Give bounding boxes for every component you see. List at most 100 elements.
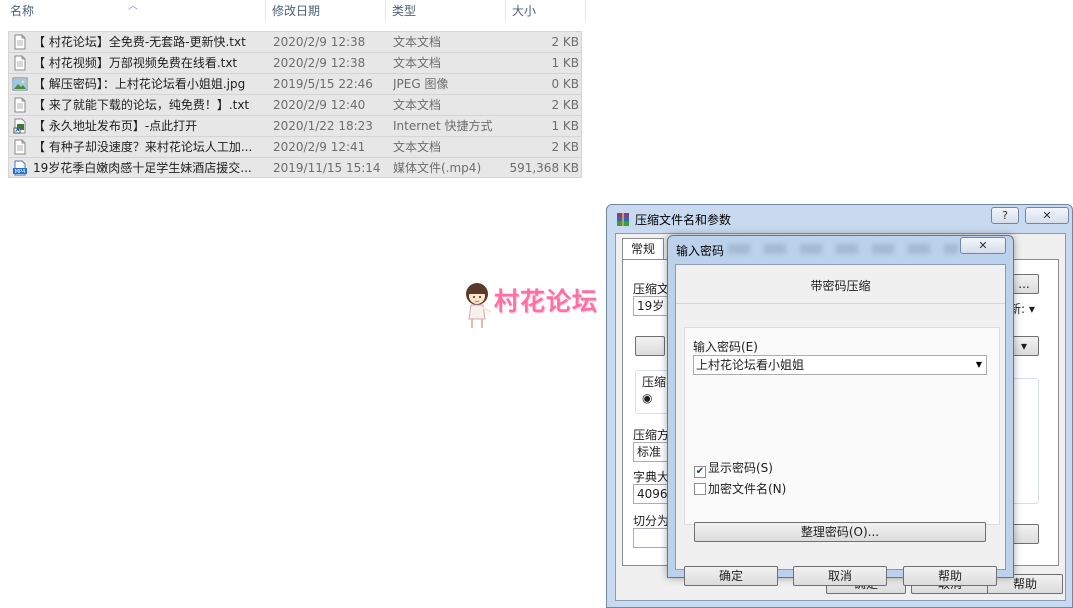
show-password-checkbox[interactable]: ✔ 显示密码(S) bbox=[694, 461, 773, 478]
column-size[interactable]: 大小 bbox=[506, 0, 586, 22]
tab-general[interactable]: 常规 bbox=[622, 238, 664, 260]
file-size: 2 KB bbox=[551, 35, 579, 49]
cancel-label: 取消 bbox=[827, 569, 852, 583]
file-row[interactable]: 【 永久地址发布页】-点此打开 2020/1/22 18:23 Internet… bbox=[8, 115, 582, 136]
file-date: 2019/5/15 22:46 bbox=[273, 77, 373, 91]
method-value: 标准 bbox=[637, 445, 662, 459]
file-name: 【 永久地址发布页】-点此打开 bbox=[33, 119, 198, 133]
file-name: 【 村花视频】万部视频免费在线看.txt bbox=[33, 56, 238, 70]
file-size: 1 KB bbox=[551, 56, 579, 70]
file-date: 2020/2/9 12:38 bbox=[273, 35, 366, 49]
column-header: 名称 ︿ 修改日期 类型 大小 bbox=[0, 0, 586, 22]
column-type[interactable]: 类型 bbox=[386, 0, 506, 22]
rar-radio[interactable]: ◉ bbox=[642, 391, 652, 405]
svg-text:MP4: MP4 bbox=[15, 169, 26, 175]
file-row[interactable]: 【 来了就能下载的论坛，纯免费！】.txt 2020/2/9 12:40 文本文… bbox=[8, 94, 582, 115]
password-label: 输入密码(E) bbox=[693, 340, 758, 354]
file-date: 2020/2/9 12:40 bbox=[273, 98, 366, 112]
dialog-title: 压缩文件名和参数 bbox=[635, 213, 732, 227]
file-type: Internet 快捷方式 bbox=[393, 119, 493, 133]
help-icon: ? bbox=[1002, 209, 1008, 222]
help-title-button[interactable]: ? bbox=[991, 207, 1019, 224]
watermark-text: 村花论坛 bbox=[494, 287, 599, 316]
mp4-file-icon: MP4 bbox=[13, 160, 27, 176]
dialog-titlebar[interactable]: 压缩文件名和参数 ? ✕ bbox=[607, 205, 1072, 233]
file-type: 文本文档 bbox=[393, 140, 442, 154]
column-size-label: 大小 bbox=[512, 4, 537, 18]
method-label: 压缩方 bbox=[633, 428, 670, 442]
encrypt-names-label: 加密文件名(N) bbox=[708, 482, 787, 496]
column-name-label: 名称 bbox=[10, 4, 35, 18]
browse-label: ... bbox=[1018, 277, 1030, 291]
file-name: 【 有种子却没速度？来村花论坛人工加... bbox=[33, 140, 253, 154]
help-label: 帮助 bbox=[1012, 577, 1037, 591]
password-close-button[interactable]: ✕ bbox=[960, 237, 1006, 254]
text-file-icon bbox=[14, 97, 26, 113]
password-input[interactable]: 上村花论坛看小姐姐 ▼ bbox=[693, 355, 987, 375]
image-file-icon bbox=[12, 77, 28, 91]
password-dialog: 输入密码 ✕ 带密码压缩 输入密码(E) 上村花论坛看小姐姐 ▼ ✔ 显示密码(S… bbox=[667, 235, 1014, 586]
password-dialog-client: 带密码压缩 输入密码(E) 上村花论坛看小姐姐 ▼ ✔ 显示密码(S) 加密文件名… bbox=[675, 264, 1006, 586]
file-size: 0 KB bbox=[551, 77, 579, 91]
chevron-down-icon[interactable]: ▼ bbox=[976, 356, 982, 374]
file-row[interactable]: 【 村花视频】万部视频免费在线看.txt 2020/2/9 12:38 文本文档… bbox=[8, 52, 582, 73]
file-row[interactable]: 【 有种子却没速度？来村花论坛人工加... 2020/2/9 12:41 文本文… bbox=[8, 136, 582, 157]
chevron-down-icon: ▾ bbox=[1020, 339, 1028, 353]
file-name: 【 来了就能下载的论坛，纯免费！】.txt bbox=[33, 98, 250, 112]
file-name: 【 村花论坛】全免费-无套路-更新快.txt bbox=[33, 35, 246, 49]
watermark: 村花论坛 bbox=[458, 280, 618, 332]
close-icon: ✕ bbox=[978, 239, 988, 252]
file-type: 文本文档 bbox=[393, 56, 442, 70]
organize-passwords-button[interactable]: 整理密码(O)... bbox=[694, 522, 986, 542]
winrar-icon bbox=[617, 213, 629, 226]
chevron-down-icon: ▾ bbox=[1028, 302, 1035, 316]
checkbox-checked-icon: ✔ bbox=[694, 466, 706, 478]
column-date[interactable]: 修改日期 bbox=[266, 0, 386, 22]
file-type: 媒体文件(.mp4) bbox=[393, 161, 482, 175]
archive-format-label: 压缩 bbox=[642, 375, 667, 389]
password-heading: 带密码压缩 bbox=[810, 279, 871, 293]
file-date: 2020/1/22 18:23 bbox=[273, 119, 373, 133]
file-row[interactable]: 【 解压密码】：上村花论坛看小姐姐.jpg 2019/5/15 22:46 JP… bbox=[8, 73, 582, 94]
file-row[interactable]: 【 村花论坛】全免费-无套路-更新快.txt 2020/2/9 12:38 文本… bbox=[8, 31, 582, 52]
checkbox-unchecked-icon bbox=[694, 483, 706, 495]
shortcut-file-icon bbox=[13, 118, 26, 134]
close-button[interactable]: ✕ bbox=[1025, 207, 1069, 224]
file-size: 1 KB bbox=[551, 119, 579, 133]
file-name: 【 解压密码】：上村花论坛看小姐姐.jpg bbox=[33, 77, 246, 91]
ok-label: 确定 bbox=[718, 569, 743, 583]
column-date-label: 修改日期 bbox=[272, 4, 321, 18]
password-help-button[interactable]: 帮助 bbox=[903, 566, 997, 586]
password-cancel-button[interactable]: 取消 bbox=[793, 566, 887, 586]
close-icon: ✕ bbox=[1042, 209, 1052, 222]
show-password-label: 显示密码(S) bbox=[708, 461, 773, 475]
text-file-icon bbox=[14, 139, 26, 155]
password-value: 上村花论坛看小姐姐 bbox=[696, 358, 805, 372]
column-type-label: 类型 bbox=[392, 4, 417, 18]
file-list: 【 村花论坛】全免费-无套路-更新快.txt 2020/2/9 12:38 文本… bbox=[8, 31, 582, 178]
sort-arrow-icon: ︿ bbox=[128, 1, 138, 12]
dictionary-value: 4096 bbox=[637, 487, 668, 501]
blurred-title-area bbox=[728, 244, 958, 254]
organize-passwords-label: 整理密码(O)... bbox=[800, 525, 880, 539]
split-label: 切分为 bbox=[633, 514, 670, 528]
text-file-icon bbox=[14, 34, 26, 50]
password-ok-button[interactable]: 确定 bbox=[684, 566, 778, 586]
profiles-button[interactable] bbox=[635, 336, 665, 356]
file-date: 2020/2/9 12:41 bbox=[273, 140, 366, 154]
file-size: 2 KB bbox=[551, 140, 579, 154]
cartoon-girl-icon bbox=[466, 283, 492, 328]
dictionary-label: 字典大 bbox=[633, 470, 670, 484]
archive-name-label: 压缩文 bbox=[633, 282, 670, 296]
file-type: JPEG 图像 bbox=[393, 77, 449, 91]
file-date: 2019/11/15 15:14 bbox=[273, 161, 381, 175]
file-row[interactable]: MP4 19岁花季白嫩肉感十足学生妹酒店援交... 2019/11/15 15:… bbox=[8, 157, 582, 178]
help-label: 帮助 bbox=[937, 569, 962, 583]
file-size: 2 KB bbox=[551, 98, 579, 112]
encrypt-names-checkbox[interactable]: 加密文件名(N) bbox=[694, 482, 786, 496]
password-dialog-title: 输入密码 bbox=[676, 244, 725, 258]
file-name: 19岁花季白嫩肉感十足学生妹酒店援交... bbox=[33, 161, 252, 175]
column-name[interactable]: 名称 ︿ bbox=[0, 0, 266, 22]
file-size: 591,368 KB bbox=[509, 161, 579, 175]
divider bbox=[676, 303, 1005, 304]
